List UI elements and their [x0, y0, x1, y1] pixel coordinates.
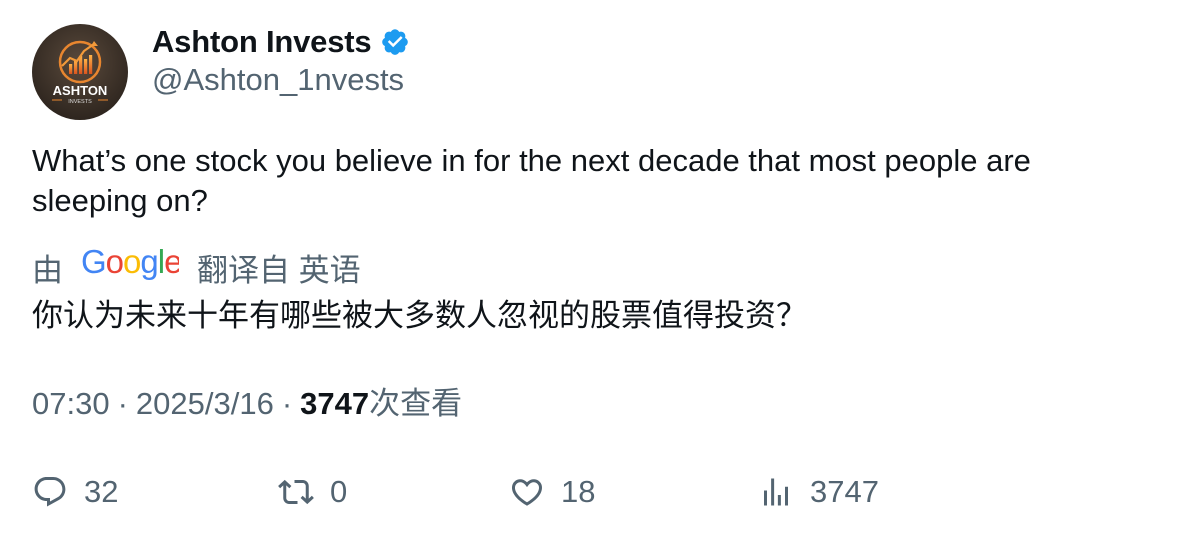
- translated-from-link[interactable]: 翻译自 英语: [197, 245, 361, 290]
- tweet-date[interactable]: 2025/3/16: [136, 384, 274, 424]
- retweet-count: 0: [330, 474, 348, 509]
- views-action-count: 3747: [810, 474, 879, 509]
- heart-icon: [511, 479, 543, 506]
- verified-badge-icon[interactable]: [380, 27, 410, 57]
- reply-button[interactable]: 32: [32, 470, 118, 514]
- retweet-arrows-icon: [278, 479, 314, 505]
- like-count: 18: [561, 474, 596, 509]
- avatar-logo-image: ASHTON INVESTS: [32, 24, 128, 120]
- bar-chart-icon: [764, 478, 788, 506]
- avatar-logo-text: ASHTON: [53, 83, 108, 98]
- like-button[interactable]: 18: [509, 470, 595, 514]
- translation-attribution: 由 Google 翻译自 英语: [32, 243, 361, 290]
- tweet-meta: 07:30 · 2025/3/16 · 3747 次查看: [32, 384, 462, 424]
- translate-by-label: 由: [32, 252, 63, 288]
- tweet-time[interactable]: 07:30: [32, 384, 110, 424]
- views-label: 次查看: [369, 386, 463, 421]
- svg-text:Google: Google: [81, 245, 179, 280]
- avatar[interactable]: ASHTON INVESTS: [32, 24, 128, 120]
- meta-separator: ·: [117, 386, 128, 421]
- meta-separator: ·: [281, 386, 293, 421]
- author-handle[interactable]: @Ashton_1nvests: [152, 62, 404, 98]
- views-button[interactable]: 3747: [758, 470, 879, 514]
- author-name-row: Ashton Invests: [152, 22, 410, 62]
- tweet-text: What’s one stock you believe in for the …: [32, 143, 1031, 218]
- reply-count: 32: [84, 474, 119, 509]
- translated-tweet-text: 你认为未来十年有哪些被大多数人忽视的股票值得投资？: [32, 298, 807, 333]
- tweet-card: ASHTON INVESTS Ashton Invests @Ashton_1n…: [0, 0, 1196, 538]
- action-bar: 32 0 18 3747: [32, 470, 1162, 514]
- google-logo: Google: [81, 243, 182, 289]
- views-count: 3747: [300, 386, 370, 421]
- retweet-button[interactable]: 0: [278, 470, 347, 514]
- comment-bubble-icon: [34, 477, 66, 507]
- avatar-logo-subtext: INVESTS: [68, 99, 92, 105]
- display-name[interactable]: Ashton Invests: [152, 24, 372, 60]
